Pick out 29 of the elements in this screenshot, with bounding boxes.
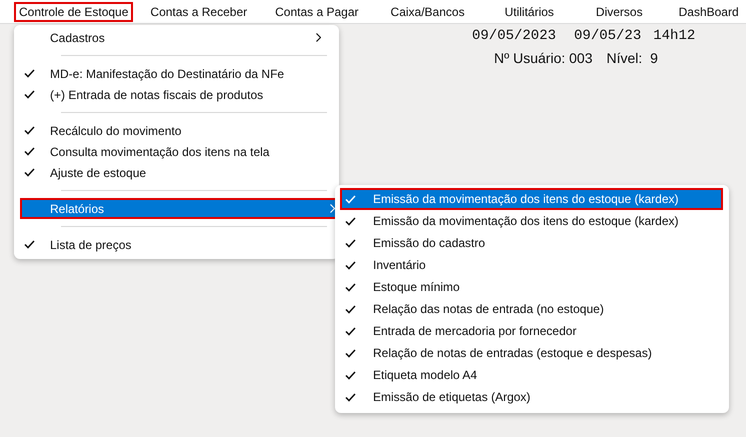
date-text: 09/05/23 <box>574 28 642 44</box>
menu-bar-item[interactable]: DashBoard <box>674 2 744 22</box>
date-text: 09/05/2023 <box>472 28 556 44</box>
menu-item[interactable]: Estoque mínimo <box>340 276 723 298</box>
menu-item[interactable]: MD-e: Manifestação do Destinatário da NFe <box>20 63 333 84</box>
menu-item[interactable]: Lista de preços <box>20 234 333 255</box>
menu-bar-item[interactable]: Contas a Receber <box>145 2 252 22</box>
menu-bar-item[interactable]: Controle de Estoque <box>14 2 134 22</box>
menu-bar-item[interactable]: Utilitários <box>500 2 559 22</box>
chevron-right-icon <box>316 33 321 42</box>
level-text: Nível: 9 <box>606 50 658 66</box>
menu-item[interactable]: Entrada de mercadoria por fornecedor <box>340 320 723 342</box>
user-number-text: Nº Usuário: 003 <box>494 50 592 66</box>
menu-item[interactable]: Etiqueta modelo A4 <box>340 364 723 386</box>
menu-item[interactable]: Emissão de etiquetas (Argox) <box>340 386 723 408</box>
menu-item[interactable]: Cadastros <box>20 27 333 48</box>
menu-item[interactable]: Emissão do cadastro <box>340 232 723 254</box>
menu-item[interactable]: Recálculo do movimento <box>20 120 333 141</box>
menu-item[interactable]: Emissão da movimentação dos itens do estoque (kardex) <box>340 188 723 210</box>
time-text: 14h12 <box>653 28 696 44</box>
menu-item[interactable]: Relação das notas de entrada (no estoque) <box>340 298 723 320</box>
menu-bar-item[interactable]: Caixa/Bancos <box>386 2 470 22</box>
menu-bar-item[interactable]: Contas a Pagar <box>270 2 364 22</box>
menu-bar-item[interactable]: Diversos <box>590 2 648 22</box>
menu-item[interactable]: Consulta movimentação dos itens na tela <box>20 141 333 162</box>
menu-item[interactable]: (+) Entrada de notas fiscais de produtos <box>20 84 333 105</box>
menu-item[interactable]: Inventário <box>340 254 723 276</box>
menu-item[interactable]: Relação de notas de entradas (estoque e despesas) <box>340 342 723 364</box>
menu-item[interactable]: Ajuste de estoque <box>20 162 333 183</box>
